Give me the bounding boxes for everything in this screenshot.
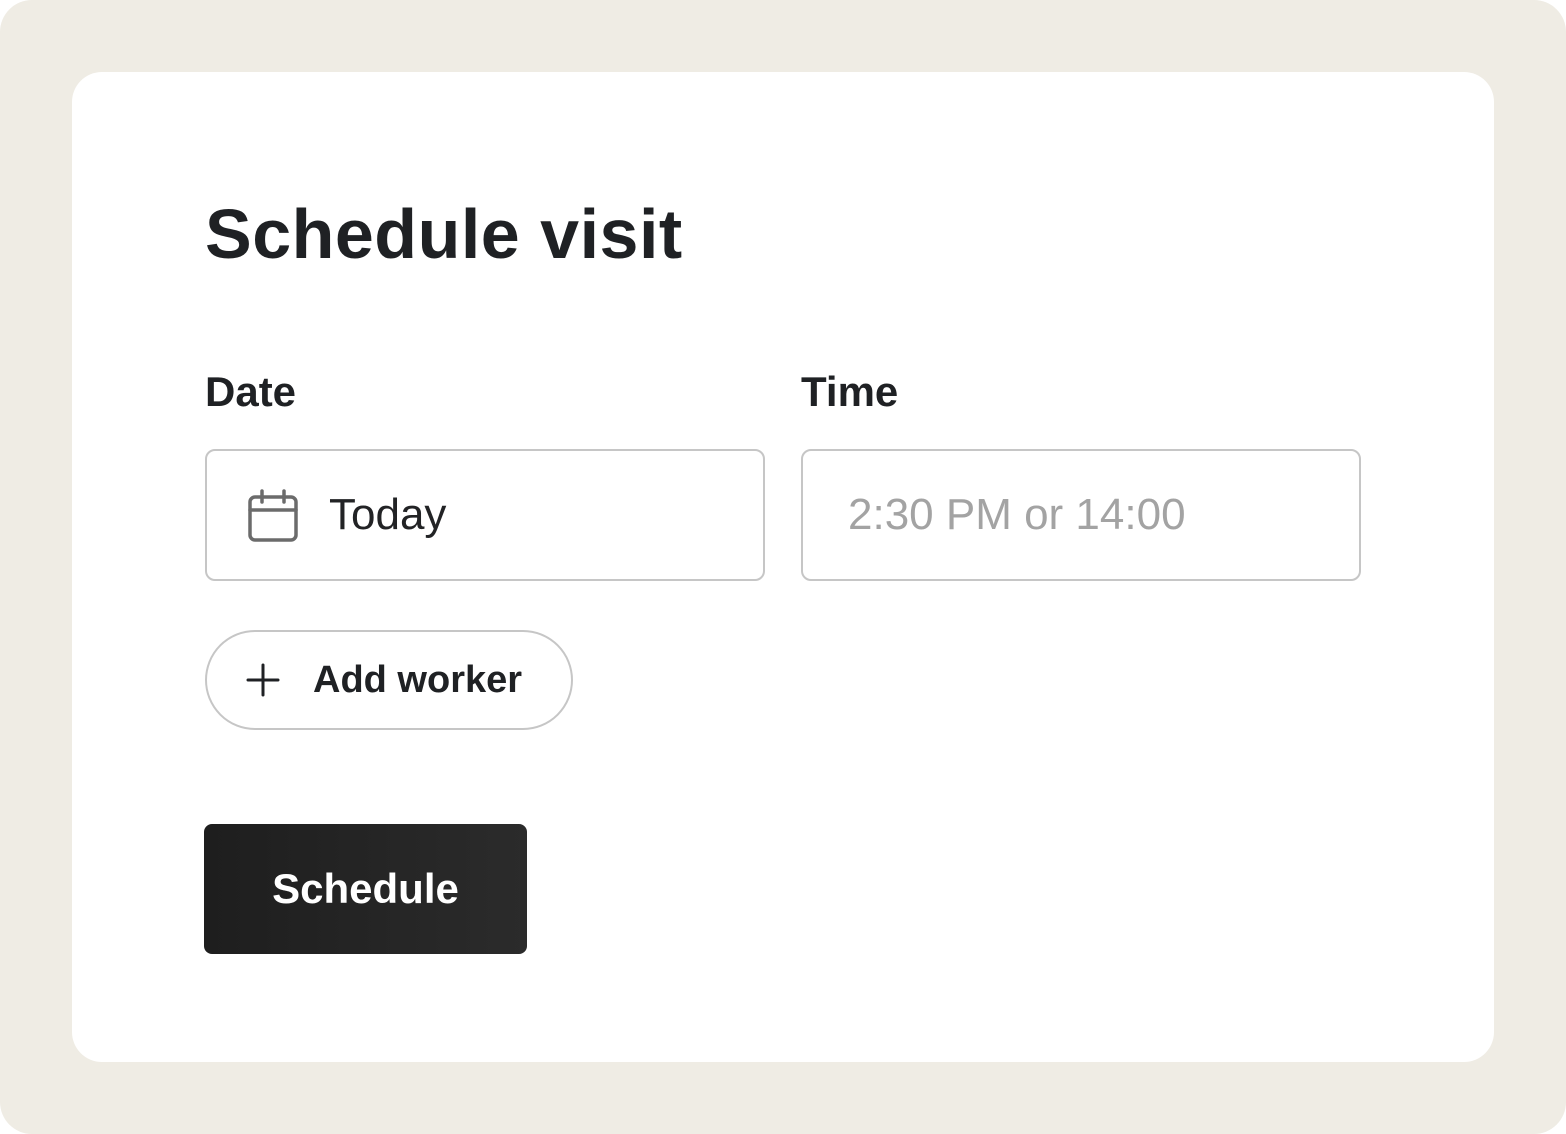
date-label: Date bbox=[205, 368, 297, 415]
schedule-button-label: Schedule bbox=[272, 865, 459, 912]
schedule-visit-card: Schedule visit Date Time Today Add worke… bbox=[72, 72, 1494, 1062]
add-worker-button[interactable]: Add worker bbox=[205, 630, 573, 730]
app-frame: Schedule visit Date Time Today Add worke… bbox=[0, 0, 1566, 1134]
date-picker-field[interactable]: Today bbox=[205, 449, 765, 581]
add-worker-label: Add worker bbox=[313, 659, 523, 701]
plus-icon bbox=[246, 663, 280, 697]
schedule-button[interactable]: Schedule bbox=[204, 824, 527, 954]
time-field bbox=[801, 449, 1361, 581]
page-title: Schedule visit bbox=[205, 195, 683, 273]
time-input[interactable] bbox=[805, 453, 1357, 577]
time-label: Time bbox=[801, 368, 899, 415]
calendar-icon bbox=[248, 489, 298, 542]
date-value: Today bbox=[329, 490, 447, 539]
